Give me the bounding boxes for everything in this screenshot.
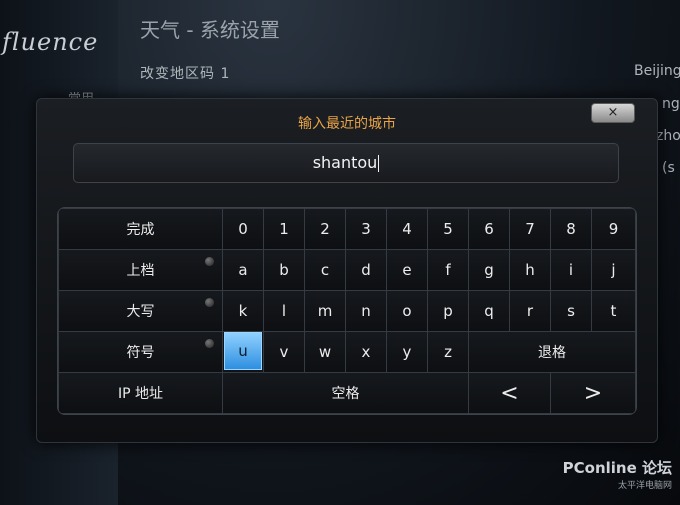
key-x[interactable]: x — [345, 331, 387, 373]
key-3[interactable]: 3 — [345, 208, 387, 250]
key-1[interactable]: 1 — [263, 208, 305, 250]
key-n[interactable]: n — [345, 290, 387, 332]
close-button[interactable]: × — [591, 103, 635, 123]
key-0[interactable]: 0 — [222, 208, 264, 250]
key-i[interactable]: i — [550, 249, 592, 291]
key-b[interactable]: b — [263, 249, 305, 291]
virtual-keyboard: 完成 上档 大写 符号 IP 地址 0 1 2 3 4 5 6 7 8 9 a … — [57, 207, 637, 415]
shift-key-label: 上档 — [126, 263, 155, 279]
key-r[interactable]: r — [509, 290, 551, 332]
symbols-key-label: 符号 — [126, 345, 155, 361]
caps-radio-icon — [205, 298, 214, 307]
key-5[interactable]: 5 — [427, 208, 469, 250]
key-m[interactable]: m — [304, 290, 346, 332]
shift-key[interactable]: 上档 — [58, 249, 223, 291]
key-h[interactable]: h — [509, 249, 551, 291]
caps-key[interactable]: 大写 — [58, 290, 223, 332]
watermark-text: PConline 论坛 — [562, 459, 672, 477]
key-7[interactable]: 7 — [509, 208, 551, 250]
key-9[interactable]: 9 — [591, 208, 636, 250]
key-4[interactable]: 4 — [386, 208, 428, 250]
caps-key-label: 大写 — [126, 304, 155, 320]
key-l[interactable]: l — [263, 290, 305, 332]
shift-radio-icon — [205, 257, 214, 266]
done-key[interactable]: 完成 — [58, 208, 223, 250]
dialog-title: 输入最近的城市 — [298, 116, 396, 132]
symbols-radio-icon — [205, 339, 214, 348]
setting-value-2: ngha — [662, 96, 680, 112]
key-k[interactable]: k — [222, 290, 264, 332]
text-caret — [378, 155, 380, 172]
key-c[interactable]: c — [304, 249, 346, 291]
setting-value-4: (s — [662, 160, 675, 176]
key-y[interactable]: y — [386, 331, 428, 373]
key-p[interactable]: p — [427, 290, 469, 332]
key-t[interactable]: t — [591, 290, 636, 332]
key-a[interactable]: a — [222, 249, 264, 291]
app-logo: fluence — [2, 28, 99, 56]
key-z[interactable]: z — [427, 331, 469, 373]
key-8[interactable]: 8 — [550, 208, 592, 250]
city-input-value: shantou — [312, 153, 378, 172]
key-s[interactable]: s — [550, 290, 592, 332]
setting-value-1: Beijing — [634, 63, 680, 79]
key-6[interactable]: 6 — [468, 208, 510, 250]
key-o[interactable]: o — [386, 290, 428, 332]
space-key[interactable]: 空格 — [222, 372, 469, 414]
ip-address-key[interactable]: IP 地址 — [58, 372, 223, 414]
key-j[interactable]: j — [591, 249, 636, 291]
key-2[interactable]: 2 — [304, 208, 346, 250]
city-input[interactable]: shantou — [73, 143, 619, 183]
cursor-right-key[interactable]: > — [550, 372, 636, 414]
key-e[interactable]: e — [386, 249, 428, 291]
key-q[interactable]: q — [468, 290, 510, 332]
key-g[interactable]: g — [468, 249, 510, 291]
key-d[interactable]: d — [345, 249, 387, 291]
key-w[interactable]: w — [304, 331, 346, 373]
keyboard-dialog: 输入最近的城市 × shantou 完成 上档 大写 符号 IP 地址 0 1 … — [36, 98, 658, 443]
key-u[interactable]: u — [224, 332, 262, 370]
setting-label-area-code: 改变地区码 1 — [140, 66, 231, 82]
page-title: 天气 - 系统设置 — [140, 18, 280, 42]
symbols-key[interactable]: 符号 — [58, 331, 223, 373]
watermark-sub: 太平洋电脑网 — [617, 481, 672, 491]
setting-value-3: zho — [656, 128, 680, 144]
watermark: PConline 论坛 太平洋电脑网 — [563, 457, 672, 491]
key-f[interactable]: f — [427, 249, 469, 291]
key-v[interactable]: v — [263, 331, 305, 373]
cursor-left-key[interactable]: < — [468, 372, 551, 414]
backspace-key[interactable]: 退格 — [468, 331, 636, 373]
